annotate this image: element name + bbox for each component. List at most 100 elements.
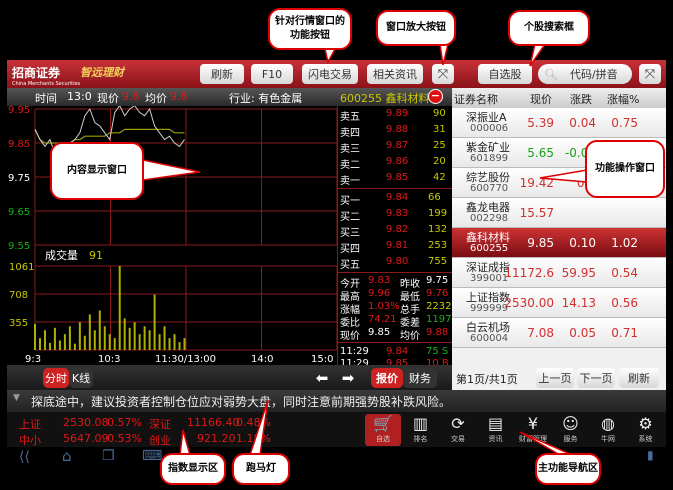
next-page-button[interactable]: 下一页 <box>577 368 615 388</box>
volume-bar <box>153 294 156 350</box>
back-icon[interactable]: ⟨⟨ <box>19 449 30 465</box>
f10-button[interactable]: F10 <box>251 64 293 84</box>
stock-price: 19.42 <box>519 176 554 190</box>
index-pct: 0.48% <box>236 416 271 429</box>
volume-bar <box>138 334 141 350</box>
index-pct: 0.57% <box>107 416 142 429</box>
nav-news[interactable]: ▤ 资讯 <box>478 414 514 446</box>
arrow-left-icon[interactable]: ⬅ <box>313 368 331 388</box>
volume-bar <box>43 330 46 350</box>
stock-price: 11172.6 <box>504 266 554 280</box>
nav-web[interactable]: ◍ 牛网 <box>590 414 626 446</box>
nav-label: 服务 <box>563 435 578 443</box>
dropdown-icon[interactable]: ▼ <box>13 393 20 403</box>
stock-code: 600255 <box>470 243 509 254</box>
volume-bar <box>123 318 126 350</box>
callout-content-window: 内容显示窗口 <box>50 142 144 200</box>
col-pct[interactable]: 涨幅% <box>607 91 639 107</box>
close-icon[interactable]: − <box>428 89 443 104</box>
refresh-button[interactable]: 刷新 <box>200 64 244 84</box>
volume-bar <box>48 342 51 350</box>
volume-label: 成交量 <box>45 248 78 262</box>
price-tick: 9.55 <box>8 241 30 252</box>
marquee: ▼ 探底途中，建议投资者控制仓位应对弱势大盘，同时注意前期强势股补跌风险。 <box>7 390 666 412</box>
nav-settings[interactable]: ⚙ 系统 <box>628 414 664 446</box>
col-name[interactable]: 证券名称 <box>454 91 498 107</box>
volume-bar <box>63 334 66 350</box>
cell: 66 <box>428 192 441 203</box>
keyboard-icon[interactable]: ⌨ <box>142 448 162 464</box>
ask-row: 卖三 9.87 25 <box>338 138 453 155</box>
index-name: 上证 <box>19 418 41 431</box>
recent-apps-icon[interactable]: ❐ <box>102 448 115 464</box>
cell: 74.21 <box>368 314 397 325</box>
nav-wealth[interactable]: ¥ 财富管理 <box>515 414 551 446</box>
col-price[interactable]: 现价 <box>530 91 552 107</box>
brand-name: 招商证券 <box>12 66 61 80</box>
cell: 31 <box>433 124 446 135</box>
volume-bar <box>98 310 101 350</box>
arrow-right-icon[interactable]: ➡ <box>339 368 357 388</box>
ask-row: 卖二 9.86 20 <box>338 154 453 171</box>
index-name: 创业 <box>149 434 171 447</box>
cell: 卖二 <box>340 160 360 171</box>
list-item[interactable]: 深振业A 000006 5.39 0.04 0.75 <box>452 108 666 138</box>
callout-zoom-button: 窗口放大按钮 <box>376 10 456 46</box>
callout-main-nav: 主功能导航区 <box>535 453 601 485</box>
brand-logo: 招商证券 China Merchants Securities <box>12 64 80 87</box>
list-refresh-button[interactable]: 刷新 <box>619 368 659 388</box>
stock-change: 0.05 <box>569 326 596 340</box>
avg-label: 均价 <box>145 92 167 105</box>
pager: 第1页/共1页 上一页 下一页 刷新 <box>452 365 666 390</box>
cell: 卖三 <box>340 144 360 155</box>
list-item[interactable]: 鑫龙电器 002298 15.57 <box>452 198 666 228</box>
bid-row: 买四 9.81 253 <box>338 238 453 255</box>
stock-code: 000006 <box>470 123 509 134</box>
list-item[interactable]: 深证成指 399001 11172.6 59.95 0.54 <box>452 258 666 288</box>
time-tick: 9:3 <box>25 354 41 365</box>
volume-bar <box>158 334 161 350</box>
prev-page-button[interactable]: 上一页 <box>536 368 574 388</box>
nav-label: 排名 <box>413 435 428 443</box>
nav-service[interactable]: ☺ 服务 <box>553 414 589 446</box>
stock-code: 002298 <box>470 213 509 224</box>
nav-ranking[interactable]: ▥ 排名 <box>403 414 439 446</box>
index-value: 11166.40 <box>187 416 240 429</box>
volume-bar <box>103 326 106 350</box>
expand-icon[interactable]: ⤧ <box>432 64 454 84</box>
index-value: 921.20 <box>197 432 236 445</box>
col-change[interactable]: 涨跌 <box>570 91 592 107</box>
flash-trade-button[interactable]: 闪电交易 <box>302 64 358 84</box>
watchlist-button[interactable]: 自选股 <box>478 64 532 84</box>
index-value: 5647.09 <box>63 432 109 445</box>
settings-icon: ⚙ <box>638 414 653 433</box>
list-item[interactable]: 鑫科材料 600255 9.85 0.10 1.02 <box>452 228 666 258</box>
cell: 9.86 <box>386 156 409 167</box>
volume-bar <box>93 330 96 350</box>
tab-quote[interactable]: 报价 <box>371 368 403 388</box>
nav-trade[interactable]: ⟳ 交易 <box>440 414 476 446</box>
list-item[interactable]: 白云机场 600004 7.08 0.05 0.71 <box>452 318 666 348</box>
news-button[interactable]: 相关资讯 <box>367 64 423 84</box>
stock-code: 600770 <box>470 183 509 194</box>
cell: 9.85 <box>368 327 391 338</box>
brand-sub: China Merchants Securities <box>12 81 81 87</box>
cell: 25 <box>433 140 446 151</box>
volume-bar <box>148 330 151 350</box>
callout-toolbar-buttons: 针对行情窗口的 功能按钮 <box>268 8 352 50</box>
nav-cart[interactable]: 🛒 自选 <box>365 414 401 446</box>
cart-icon: 🛒 <box>373 414 393 433</box>
volume-bar <box>113 338 116 350</box>
tab-finance[interactable]: 财务 <box>403 368 437 388</box>
tab-kline[interactable]: K线 <box>69 368 93 388</box>
volume-bar <box>118 266 121 350</box>
price-tick: 9.95 <box>8 106 30 116</box>
home-icon[interactable]: ⌂ <box>62 447 72 465</box>
list-item[interactable]: 上证指数 999999 2530.00 14.13 0.56 <box>452 288 666 318</box>
cell: 1.03% <box>368 301 400 312</box>
search-input[interactable]: 🔍︎ 代码/拼音 <box>538 64 632 84</box>
cell: 9.80 <box>386 256 409 267</box>
expand-list-icon[interactable]: ⤧ <box>639 64 661 84</box>
tab-intraday[interactable]: 分时 <box>43 368 69 388</box>
stock-pct: 0.75 <box>611 116 638 130</box>
